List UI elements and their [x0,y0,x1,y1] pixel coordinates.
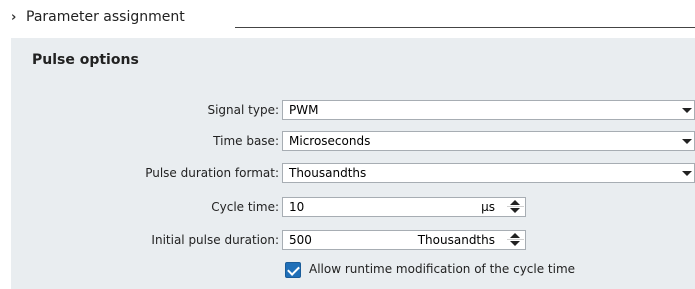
section-title: Parameter assignment [26,9,185,25]
stepper-divider [507,239,524,240]
cycle-time-stepper[interactable]: 10 µs [282,197,526,217]
decrement-icon[interactable] [510,241,520,246]
chevron-right-icon[interactable]: › [11,10,16,25]
signal-type-value: PWM [289,103,319,117]
time-base-value: Microseconds [289,134,371,148]
pulse-duration-format-value: Thousandths [289,166,367,180]
increment-icon[interactable] [510,233,520,238]
panel-title: Pulse options [32,52,139,68]
initial-pulse-duration-unit: Thousandths [417,233,495,247]
section-header[interactable]: › Parameter assignment [0,0,695,38]
cycle-time-unit: µs [481,200,495,214]
chevron-down-icon[interactable] [678,101,694,119]
pulse-duration-format-dropdown[interactable]: Thousandths [282,163,695,183]
time-base-label: Time base: [213,134,279,148]
stepper-buttons[interactable] [507,199,524,215]
initial-pulse-duration-stepper[interactable]: 500 Thousandths [282,230,526,250]
allow-runtime-modification-label[interactable]: Allow runtime modification of the cycle … [309,262,575,276]
signal-type-label: Signal type: [207,103,279,117]
cycle-time-label: Cycle time: [211,200,279,214]
allow-runtime-modification-checkbox[interactable] [285,262,301,278]
decrement-icon[interactable] [510,208,520,213]
time-base-dropdown[interactable]: Microseconds [282,131,695,151]
stepper-divider [507,206,524,207]
section-divider [235,27,695,28]
initial-pulse-duration-value[interactable]: 500 [289,233,312,247]
increment-icon[interactable] [510,200,520,205]
pulse-duration-format-label: Pulse duration format: [145,166,279,180]
chevron-down-icon[interactable] [678,164,694,182]
initial-pulse-duration-label: Initial pulse duration: [151,233,279,247]
signal-type-dropdown[interactable]: PWM [282,100,695,120]
cycle-time-value[interactable]: 10 [289,200,304,214]
stepper-buttons[interactable] [507,232,524,248]
chevron-down-icon[interactable] [678,132,694,150]
